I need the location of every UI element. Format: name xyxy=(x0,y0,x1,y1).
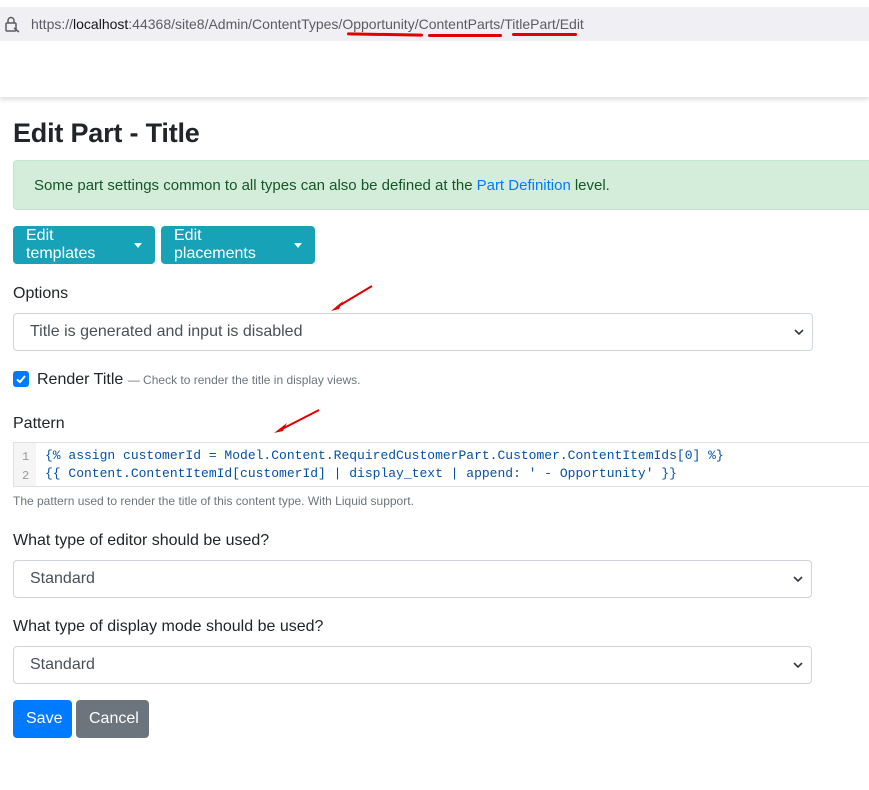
editor-type-select[interactable]: Standard xyxy=(13,560,812,598)
alert-text-after: level. xyxy=(574,176,610,194)
url-tail: /Edit xyxy=(555,16,584,32)
url-segment-titlepart: TitlePart xyxy=(504,16,556,32)
editor-type-label: What type of editor should be used? xyxy=(13,532,270,549)
alert-text-before: Some part settings common to all types c… xyxy=(34,176,473,194)
annotation-underline-contentparts xyxy=(428,34,502,37)
save-button[interactable]: Save xyxy=(13,700,72,738)
editor-type-selected-value: Standard xyxy=(30,570,95,587)
annotation-underline-titlepart xyxy=(512,33,577,36)
cancel-label: Cancel xyxy=(89,710,139,727)
check-icon xyxy=(16,375,26,384)
line-number: 1 xyxy=(22,450,30,464)
options-select[interactable]: Title is generated and input is disabled xyxy=(13,313,813,351)
info-alert: Some part settings common to all types c… xyxy=(13,160,869,210)
url-segment-contentparts: ContentParts xyxy=(418,16,501,32)
options-selected-value: Title is generated and input is disabled xyxy=(30,323,303,340)
chevron-down-icon xyxy=(793,662,803,669)
save-label: Save xyxy=(26,710,63,727)
render-title-label[interactable]: Render Title xyxy=(37,371,123,388)
caret-down-icon xyxy=(134,243,142,248)
display-mode-selected-value: Standard xyxy=(30,656,95,673)
pattern-help-text: The pattern used to render the title of … xyxy=(13,494,414,508)
annotation-arrow-options xyxy=(331,285,373,311)
edit-placements-label: Edit placements xyxy=(174,227,256,262)
display-mode-label: What type of display mode should be used… xyxy=(13,618,324,635)
lock-icon xyxy=(5,16,20,33)
edit-templates-label: Edit templates xyxy=(26,227,96,262)
url-text[interactable]: https://localhost:44368/site8/Admin/Cont… xyxy=(31,16,584,32)
cancel-button[interactable]: Cancel xyxy=(76,700,149,738)
code-line[interactable]: {{ Content.ContentItemId[customerId] | d… xyxy=(45,466,677,481)
render-title-checkbox[interactable] xyxy=(13,371,29,387)
render-title-label-row: Render Title — Check to render the title… xyxy=(37,371,361,389)
edit-placements-button[interactable]: Edit placements xyxy=(161,226,315,264)
page-title: Edit Part - Title xyxy=(13,118,200,148)
chevron-down-icon xyxy=(794,329,804,336)
url-path: :44368/site8/Admin/ContentTypes/ xyxy=(128,16,343,32)
url-segment-opportunity: Opportunity xyxy=(342,16,415,32)
code-line[interactable]: {% assign customerId = Model.Content.Req… xyxy=(45,448,724,463)
url-prefix: https:// xyxy=(31,16,74,32)
url-host: localhost xyxy=(73,16,129,32)
caret-down-icon xyxy=(294,243,302,248)
annotation-arrow-pattern xyxy=(274,409,320,433)
options-label: Options xyxy=(13,285,69,302)
admin-toolbar xyxy=(0,41,869,97)
line-number: 2 xyxy=(22,469,30,483)
pattern-code-editor[interactable]: 1 2 {% assign customerId = Model.Content… xyxy=(13,442,869,487)
browser-top-strip xyxy=(0,0,869,7)
render-title-hint: — Check to render the title in display v… xyxy=(127,373,361,387)
pattern-label: Pattern xyxy=(13,415,65,432)
part-definition-link[interactable]: Part Definition xyxy=(477,177,571,194)
display-mode-select[interactable]: Standard xyxy=(13,646,812,684)
chevron-down-icon xyxy=(793,576,803,583)
edit-templates-button[interactable]: Edit templates xyxy=(13,226,155,264)
